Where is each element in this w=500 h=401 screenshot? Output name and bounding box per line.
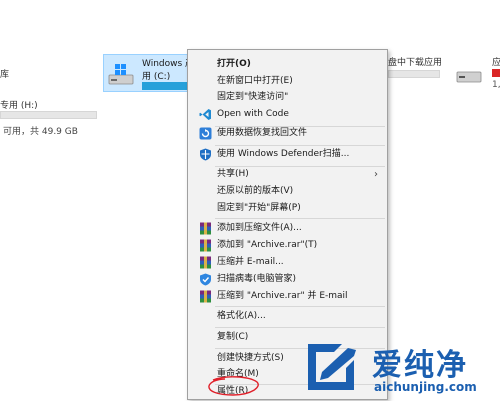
windows-drive-icon: [108, 64, 134, 85]
menu-separator: [215, 218, 385, 219]
vscode-icon: [199, 109, 211, 120]
menu-item-label: 压缩到 "Archive.rar" 并 E-mail: [217, 291, 348, 301]
menu-item-label: 添加到压缩文件(A)...: [217, 223, 302, 233]
menu-item-compress-archive-email[interactable]: 压缩到 "Archive.rar" 并 E-mail: [189, 288, 386, 305]
menu-item-label: 使用 Windows Defender扫描...: [217, 149, 350, 159]
menu-item-add-to-archive-rar[interactable]: 添加到 "Archive.rar"(T): [189, 237, 386, 254]
drive-h-name[interactable]: 专用 (H:): [0, 98, 38, 111]
menu-item-add-to-archive[interactable]: 添加到压缩文件(A)...: [189, 220, 386, 237]
winrar-icon: [200, 239, 211, 252]
drive-c-letter: 用 (C:): [142, 72, 171, 82]
drive-h-free-space: 可用，共 49.9 GB: [3, 127, 78, 137]
menu-separator: [215, 306, 385, 307]
menu-item-open-with-code[interactable]: Open with Code: [189, 106, 386, 123]
menu-item-label: 还原以前的版本(V): [217, 186, 294, 196]
menu-item-label: 扫描病毒(电脑管家): [217, 274, 297, 284]
menu-item-label: 使用数据恢复找回文件: [217, 128, 308, 138]
watermark-title: 爱纯净: [372, 348, 468, 383]
menu-item-restore-versions[interactable]: 还原以前的版本(V): [189, 183, 386, 200]
aichunjing-logo-icon: [308, 344, 356, 390]
menu-item-share[interactable]: 共享(H) ›: [189, 166, 386, 183]
winrar-icon: [200, 290, 211, 303]
drive-label-far-right: 应: [492, 58, 500, 68]
menu-item-label: 格式化(A)...: [217, 311, 266, 321]
drive-h-usage-bar: [0, 111, 97, 119]
menu-item-data-recovery[interactable]: 使用数据恢复找回文件: [189, 125, 386, 142]
drive-label-right: 盘中下载应用: [388, 58, 443, 68]
menu-separator: [215, 327, 385, 328]
menu-item-label: 固定到"开始"屏幕(P): [217, 203, 301, 213]
menu-item-open[interactable]: 打开(O): [189, 56, 386, 73]
menu-item-label: 在新窗口中打开(E): [217, 76, 293, 86]
menu-item-label: 添加到 "Archive.rar"(T): [217, 240, 318, 250]
drive-usage-bar-right: [388, 70, 440, 78]
menu-item-virus-scan[interactable]: 扫描病毒(电脑管家): [189, 271, 386, 288]
drive-usage-bar-full: [492, 69, 500, 77]
winrar-icon: [200, 222, 211, 235]
menu-item-label: 共享(H): [217, 169, 249, 179]
menu-item-format[interactable]: 格式化(A)...: [189, 308, 386, 325]
recovery-icon: [199, 127, 212, 140]
drive-c-usage-bar: [142, 82, 192, 90]
menu-item-pin-quick-access[interactable]: 固定到"快速访问": [189, 89, 386, 106]
menu-item-pin-start[interactable]: 固定到"开始"屏幕(P): [189, 200, 386, 217]
tencent-shield-icon: [200, 273, 211, 286]
library-label: 库: [0, 70, 10, 80]
drive-free-far-right: 1,: [492, 80, 500, 90]
submenu-arrow-icon: ›: [374, 169, 378, 180]
menu-item-label: 复制(C): [217, 332, 249, 342]
menu-item-open-new-window[interactable]: 在新窗口中打开(E): [189, 73, 386, 90]
menu-item-defender-scan[interactable]: 使用 Windows Defender扫描...: [189, 146, 386, 163]
defender-shield-icon: [200, 148, 211, 161]
watermark-url: aichunjing.com: [374, 380, 477, 394]
menu-item-label: 创建快捷方式(S): [217, 353, 284, 363]
menu-item-label: 固定到"快速访问": [217, 92, 289, 102]
menu-item-label: Open with Code: [217, 109, 289, 119]
highlight-circle: [208, 376, 259, 396]
menu-item-label: 压缩并 E-mail...: [217, 257, 284, 267]
winrar-icon: [200, 256, 211, 269]
menu-item-compress-email[interactable]: 压缩并 E-mail...: [189, 254, 386, 271]
menu-item-label: 打开(O): [217, 59, 251, 69]
hard-drive-icon: [456, 71, 482, 83]
